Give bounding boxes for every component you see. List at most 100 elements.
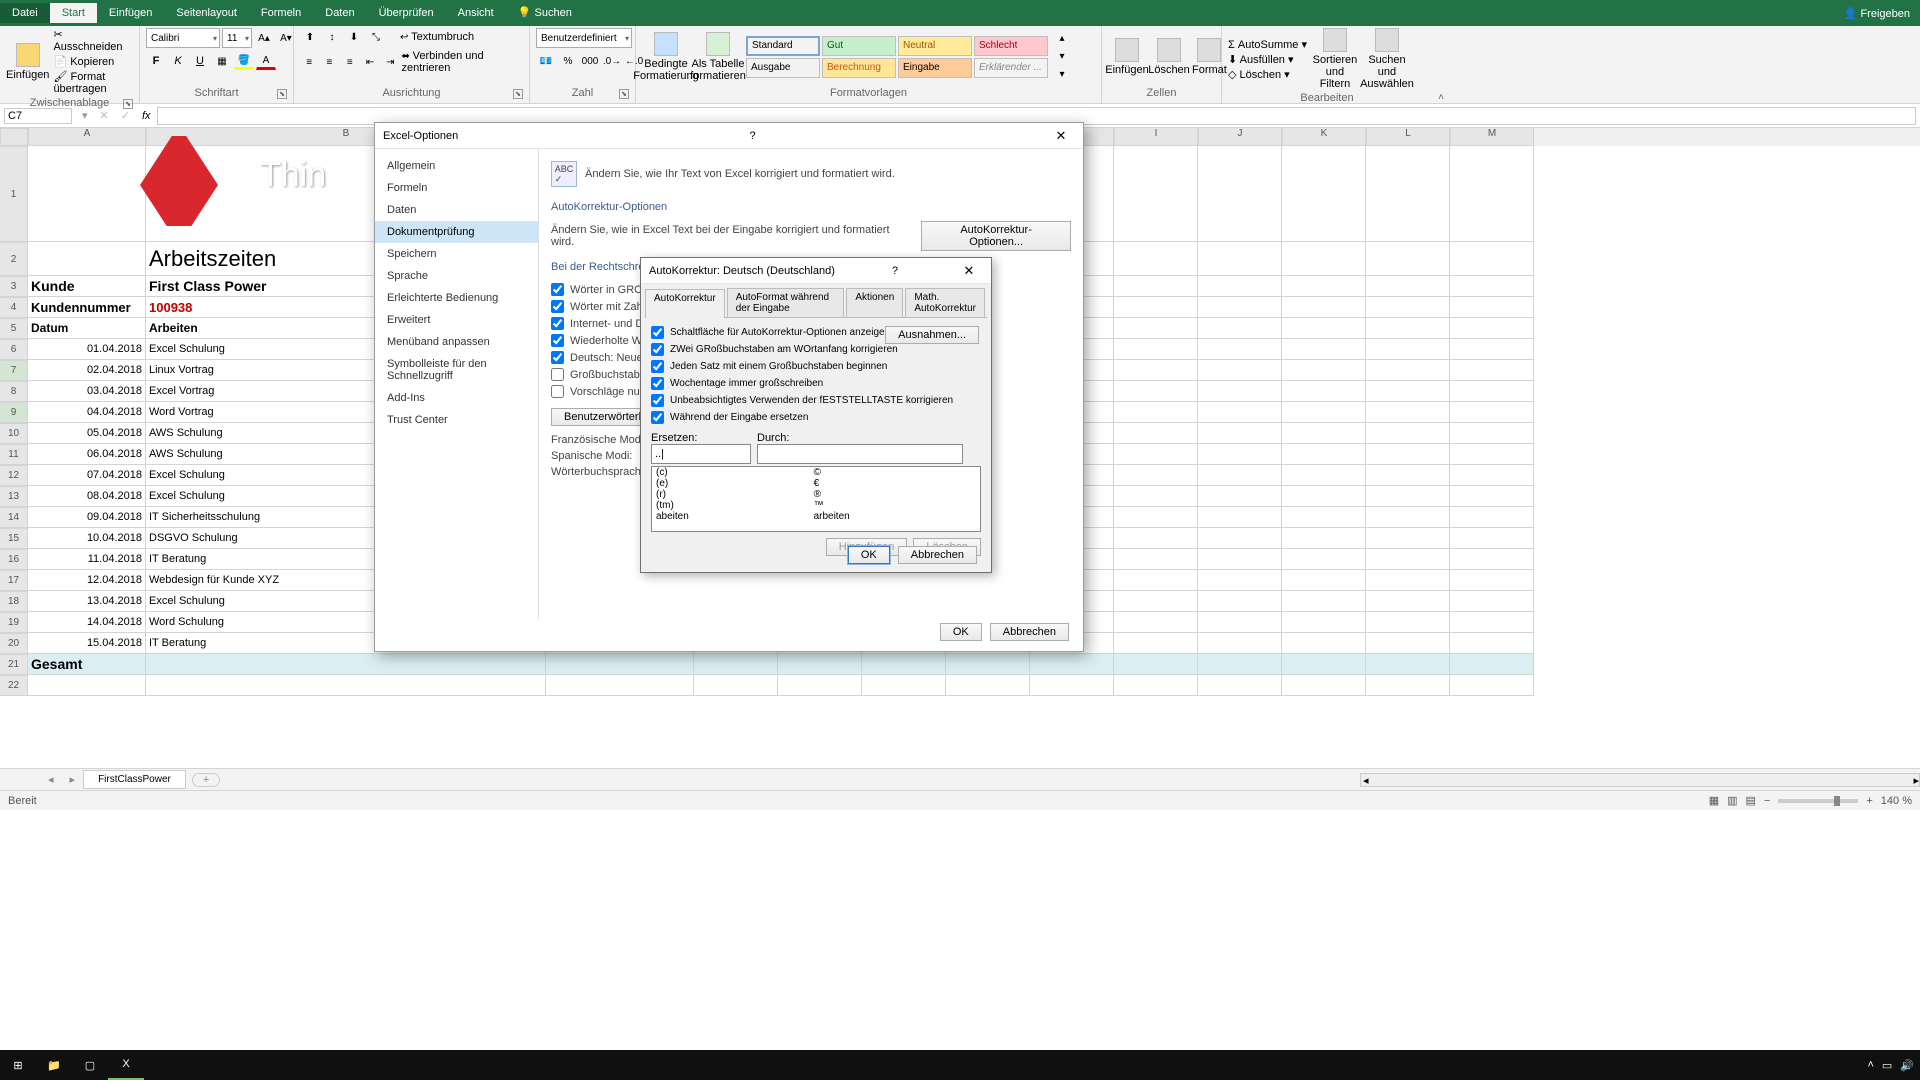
cell[interactable]: 05.04.2018 bbox=[28, 423, 146, 444]
row-head[interactable]: 16 bbox=[0, 549, 28, 570]
tab-insert[interactable]: Einfügen bbox=[97, 3, 164, 23]
cell[interactable] bbox=[1198, 675, 1282, 696]
cell[interactable] bbox=[1198, 381, 1282, 402]
list-item[interactable]: (e)€ bbox=[652, 478, 980, 489]
options-help-icon[interactable]: ? bbox=[742, 130, 764, 142]
cell[interactable] bbox=[1366, 507, 1450, 528]
styles-up[interactable]: ▴ bbox=[1052, 30, 1072, 48]
cell[interactable] bbox=[1198, 276, 1282, 297]
cell[interactable] bbox=[1366, 675, 1450, 696]
cell[interactable] bbox=[1198, 242, 1282, 276]
cell[interactable] bbox=[1450, 242, 1534, 276]
subtab-autoformat[interactable]: AutoFormat während der Eingabe bbox=[727, 288, 845, 317]
cell[interactable] bbox=[694, 675, 778, 696]
cell[interactable]: 10.04.2018 bbox=[28, 528, 146, 549]
row-head[interactable]: 10 bbox=[0, 423, 28, 444]
fill-color-button[interactable]: 🪣 bbox=[234, 52, 254, 70]
cell[interactable] bbox=[1114, 402, 1198, 423]
style-ausgabe[interactable]: Ausgabe bbox=[746, 58, 820, 78]
cell[interactable] bbox=[1198, 402, 1282, 423]
cell[interactable] bbox=[1030, 675, 1114, 696]
list-item[interactable]: (r)® bbox=[652, 489, 980, 500]
font-color-button[interactable]: A bbox=[256, 52, 276, 70]
painter-button[interactable]: 🖌 Format übertragen bbox=[53, 70, 133, 95]
cell[interactable] bbox=[1114, 654, 1198, 675]
cell[interactable] bbox=[946, 654, 1030, 675]
cell[interactable] bbox=[1366, 591, 1450, 612]
cell[interactable]: 11.04.2018 bbox=[28, 549, 146, 570]
cell[interactable] bbox=[1450, 612, 1534, 633]
autocorrect-titlebar[interactable]: AutoKorrektur: Deutsch (Deutschland) ? ✕ bbox=[641, 258, 991, 284]
cell[interactable] bbox=[1282, 297, 1366, 318]
border-button[interactable]: ▦ bbox=[212, 52, 232, 70]
font-launcher[interactable]: ⬊ bbox=[277, 89, 287, 99]
tab-start[interactable]: Start bbox=[50, 3, 97, 23]
cell[interactable] bbox=[1366, 444, 1450, 465]
style-neutral[interactable]: Neutral bbox=[898, 36, 972, 56]
cell[interactable] bbox=[1198, 549, 1282, 570]
align-mid[interactable]: ↕ bbox=[322, 28, 342, 46]
cell[interactable] bbox=[1114, 528, 1198, 549]
cell[interactable] bbox=[1114, 381, 1198, 402]
cell[interactable] bbox=[1282, 339, 1366, 360]
cell[interactable] bbox=[1198, 486, 1282, 507]
cell[interactable] bbox=[1366, 528, 1450, 549]
cell[interactable] bbox=[1198, 612, 1282, 633]
cell[interactable]: 14.04.2018 bbox=[28, 612, 146, 633]
cell[interactable] bbox=[1450, 570, 1534, 591]
cell[interactable] bbox=[1282, 381, 1366, 402]
options-nav-item[interactable]: Symbolleiste für den Schnellzugriff bbox=[375, 353, 538, 387]
cell[interactable] bbox=[1282, 423, 1366, 444]
explorer-icon[interactable]: 📁 bbox=[36, 1050, 72, 1080]
indent-dec[interactable]: ⇤ bbox=[361, 53, 379, 71]
cell[interactable] bbox=[1366, 242, 1450, 276]
cell[interactable] bbox=[1114, 675, 1198, 696]
fx-icon[interactable]: fx bbox=[136, 110, 157, 122]
tell-me[interactable]: 💡 Suchen bbox=[506, 2, 584, 23]
cell[interactable] bbox=[1366, 146, 1450, 242]
zoom-in[interactable]: + bbox=[1866, 795, 1872, 807]
cell[interactable] bbox=[1366, 612, 1450, 633]
tab-layout[interactable]: Seitenlayout bbox=[164, 3, 249, 23]
tray-sound-icon[interactable]: 🔊 bbox=[1900, 1059, 1914, 1072]
autocorrect-option[interactable]: Unbeabsichtigtes Verwenden der fESTSTELL… bbox=[651, 392, 981, 409]
cell[interactable] bbox=[1114, 318, 1198, 339]
cell[interactable] bbox=[778, 654, 862, 675]
col-head[interactable]: K bbox=[1282, 128, 1366, 146]
options-nav-item[interactable]: Dokumentprüfung bbox=[375, 221, 538, 243]
cell[interactable] bbox=[1114, 507, 1198, 528]
cell[interactable] bbox=[546, 654, 694, 675]
find-select-button[interactable]: Suchen und Auswählen bbox=[1363, 28, 1411, 90]
subtab-aktionen[interactable]: Aktionen bbox=[846, 288, 903, 317]
options-cancel-button[interactable]: Abbrechen bbox=[990, 623, 1069, 641]
cell[interactable] bbox=[1114, 591, 1198, 612]
cell[interactable] bbox=[1366, 570, 1450, 591]
cell[interactable] bbox=[1450, 318, 1534, 339]
align-launcher[interactable]: ⬊ bbox=[513, 89, 523, 99]
cell[interactable] bbox=[1450, 549, 1534, 570]
cell[interactable] bbox=[1366, 297, 1450, 318]
new-sheet-button[interactable]: + bbox=[192, 773, 220, 787]
bold-button[interactable]: F bbox=[146, 52, 166, 70]
cell[interactable] bbox=[1114, 276, 1198, 297]
cell[interactable]: 12.04.2018 bbox=[28, 570, 146, 591]
merge-button[interactable]: ⬌ Verbinden und zentrieren bbox=[401, 50, 522, 74]
cell[interactable]: 02.04.2018 bbox=[28, 360, 146, 381]
cell[interactable] bbox=[1282, 507, 1366, 528]
view-pagebreak[interactable]: ▤ bbox=[1746, 794, 1756, 807]
tab-file[interactable]: Datei bbox=[0, 3, 50, 23]
col-head[interactable]: M bbox=[1450, 128, 1534, 146]
cell[interactable] bbox=[862, 675, 946, 696]
excel-taskbar-icon[interactable]: X bbox=[108, 1050, 144, 1080]
italic-button[interactable]: K bbox=[168, 52, 188, 70]
exceptions-button[interactable]: Ausnahmen... bbox=[885, 326, 979, 344]
view-layout[interactable]: ▥ bbox=[1727, 794, 1737, 807]
cell[interactable] bbox=[1198, 633, 1282, 654]
options-nav-item[interactable]: Speichern bbox=[375, 243, 538, 265]
cell[interactable] bbox=[1366, 402, 1450, 423]
cell[interactable]: Kundennummer bbox=[28, 297, 146, 318]
cell[interactable] bbox=[1198, 507, 1282, 528]
insert-cells-button[interactable]: Einfügen bbox=[1108, 38, 1146, 76]
options-nav-item[interactable]: Allgemein bbox=[375, 155, 538, 177]
cell[interactable] bbox=[1366, 360, 1450, 381]
